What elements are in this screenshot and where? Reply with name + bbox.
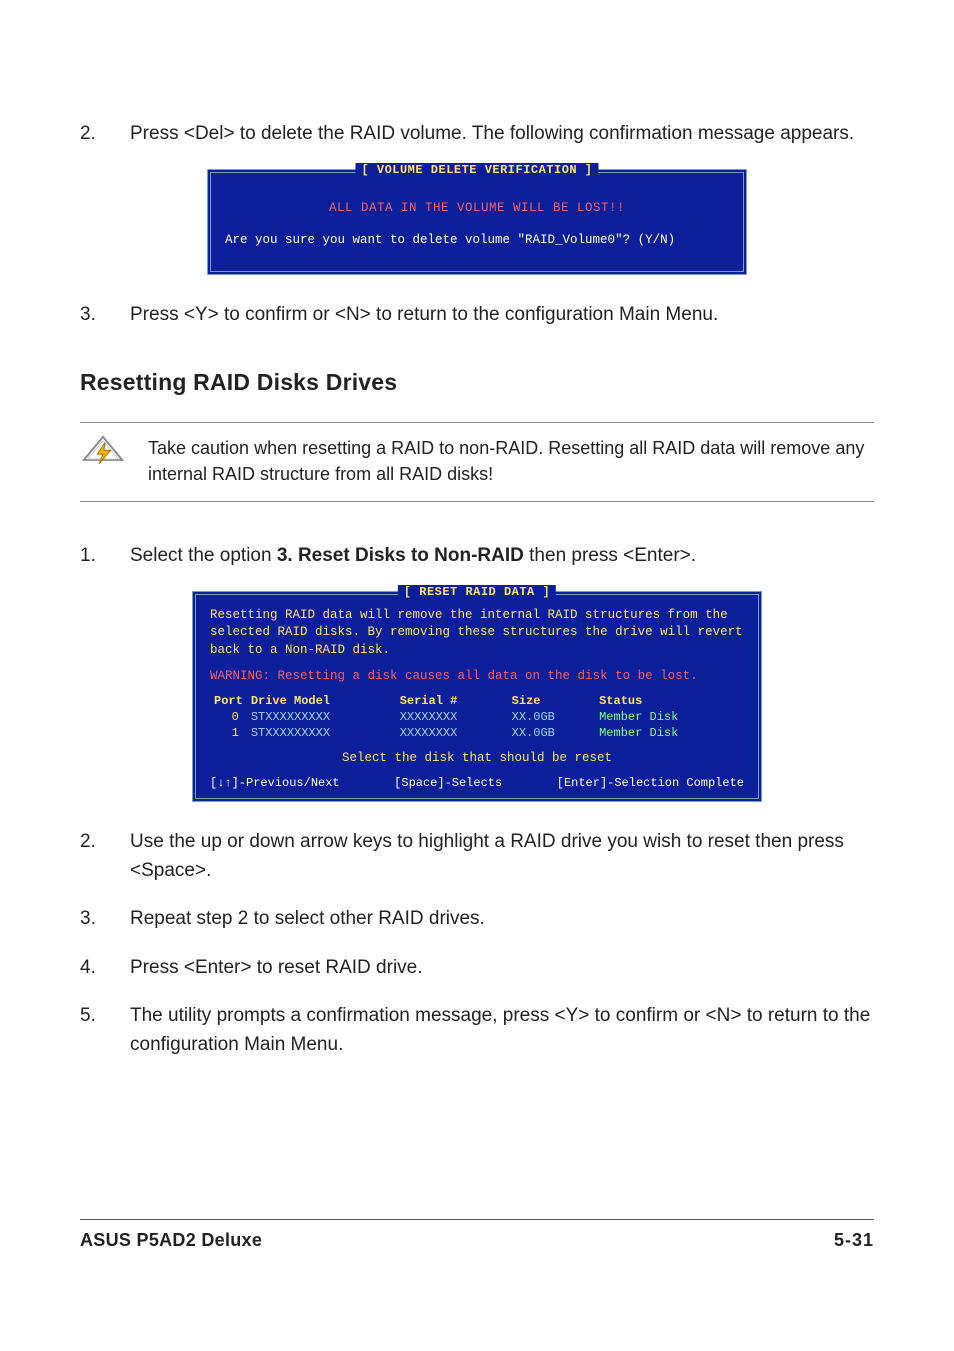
step-number: 3. — [80, 301, 130, 330]
disk-table: Port Drive Model Serial # Size Status 0 … — [210, 693, 744, 741]
foot-selects: [Space]-Selects — [394, 776, 502, 790]
cell-size: XX.0GB — [508, 709, 595, 725]
step-number: 3. — [80, 905, 130, 934]
step-text-bold-option: 3. Reset Disks to Non-RAID — [277, 545, 524, 566]
col-serial: Serial # — [396, 693, 508, 709]
step-item: 1. Select the option 3. Reset Disks to N… — [80, 542, 874, 571]
cell-serial: XXXXXXXX — [396, 725, 508, 741]
step-number: 2. — [80, 120, 130, 149]
step-text: The utility prompts a confirmation messa… — [130, 1002, 874, 1059]
terminal-frame: [ RESET RAID DATA ] Resetting RAID data … — [192, 591, 762, 803]
step-number: 4. — [80, 954, 130, 983]
terminal-warning-redline: ALL DATA IN THE VOLUME WILL BE LOST!! — [225, 201, 729, 215]
cell-port: 0 — [210, 709, 247, 725]
terminal-question: Are you sure you want to delete volume "… — [225, 233, 729, 247]
foot-prev-next: [↓↑]-Previous/Next — [210, 776, 340, 790]
step-text: Press <Enter> to reset RAID drive. — [130, 954, 874, 983]
terminal-delete-verification: [ VOLUME DELETE VERIFICATION ] ALL DATA … — [207, 169, 747, 275]
table-header-row: Port Drive Model Serial # Size Status — [210, 693, 744, 709]
table-row: 1 STXXXXXXXXX XXXXXXXX XX.0GB Member Dis… — [210, 725, 744, 741]
steps-delete-volume: 2. Press <Del> to delete the RAID volume… — [80, 120, 874, 149]
step-text: Repeat step 2 to select other RAID drive… — [130, 905, 874, 934]
terminal-footer-keys: [↓↑]-Previous/Next [Space]-Selects [Ente… — [210, 775, 744, 790]
cell-status: Member Disk — [595, 725, 744, 741]
cell-status: Member Disk — [595, 709, 744, 725]
callout-caution: Take caution when resetting a RAID to no… — [80, 422, 874, 502]
step-text-post: then press <Enter>. — [524, 545, 696, 566]
terminal-title: [ RESET RAID DATA ] — [398, 585, 556, 599]
steps-reset-followup: 2. Use the up or down arrow keys to high… — [80, 828, 874, 1059]
terminal-reset-raid-data: [ RESET RAID DATA ] Resetting RAID data … — [192, 591, 762, 803]
cell-model: STXXXXXXXXX — [247, 709, 396, 725]
section-heading-resetting: Resetting RAID Disks Drives — [80, 369, 874, 396]
lightning-icon — [80, 435, 126, 486]
callout-text: Take caution when resetting a RAID to no… — [148, 435, 874, 487]
cell-port: 1 — [210, 725, 247, 741]
col-status: Status — [595, 693, 744, 709]
step-item: 3. Press <Y> to confirm or <N> to return… — [80, 301, 874, 330]
document-page: 2. Press <Del> to delete the RAID volume… — [0, 0, 954, 1311]
steps-reset-start: 1. Select the option 3. Reset Disks to N… — [80, 542, 874, 571]
terminal-description: Resetting RAID data will remove the inte… — [210, 607, 744, 660]
foot-selection-complete: [Enter]-Selection Complete — [557, 776, 744, 790]
step-text: Press <Y> to confirm or <N> to return to… — [130, 301, 874, 330]
callout-box: Take caution when resetting a RAID to no… — [80, 422, 874, 502]
step-text-pre: Select the option — [130, 545, 277, 566]
step-text: Press <Del> to delete the RAID volume. T… — [130, 120, 874, 149]
step-number: 2. — [80, 828, 130, 885]
col-drive-model: Drive Model — [247, 693, 396, 709]
footer-product: ASUS P5AD2 Deluxe — [80, 1230, 262, 1251]
step-number: 5. — [80, 1002, 130, 1059]
page-footer: ASUS P5AD2 Deluxe 5-31 — [80, 1219, 874, 1251]
steps-delete-confirm: 3. Press <Y> to confirm or <N> to return… — [80, 301, 874, 330]
step-number: 1. — [80, 542, 130, 571]
step-item: 5. The utility prompts a confirmation me… — [80, 1002, 874, 1059]
terminal-title: [ VOLUME DELETE VERIFICATION ] — [355, 163, 598, 177]
cell-model: STXXXXXXXXX — [247, 725, 396, 741]
step-item: 2. Use the up or down arrow keys to high… — [80, 828, 874, 885]
lightning-icon-svg — [80, 435, 126, 481]
step-text: Use the up or down arrow keys to highlig… — [130, 828, 874, 885]
step-item: 2. Press <Del> to delete the RAID volume… — [80, 120, 874, 149]
step-item: 4. Press <Enter> to reset RAID drive. — [80, 954, 874, 983]
table-row: 0 STXXXXXXXXX XXXXXXXX XX.0GB Member Dis… — [210, 709, 744, 725]
terminal-warning: WARNING: Resetting a disk causes all dat… — [210, 669, 744, 683]
terminal-select-hint: Select the disk that should be reset — [210, 751, 744, 765]
cell-size: XX.0GB — [508, 725, 595, 741]
col-port: Port — [210, 693, 247, 709]
footer-page-number: 5-31 — [834, 1230, 874, 1251]
col-size: Size — [508, 693, 595, 709]
step-text: Select the option 3. Reset Disks to Non-… — [130, 542, 874, 571]
cell-serial: XXXXXXXX — [396, 709, 508, 725]
step-item: 3. Repeat step 2 to select other RAID dr… — [80, 905, 874, 934]
terminal-frame: [ VOLUME DELETE VERIFICATION ] ALL DATA … — [207, 169, 747, 275]
